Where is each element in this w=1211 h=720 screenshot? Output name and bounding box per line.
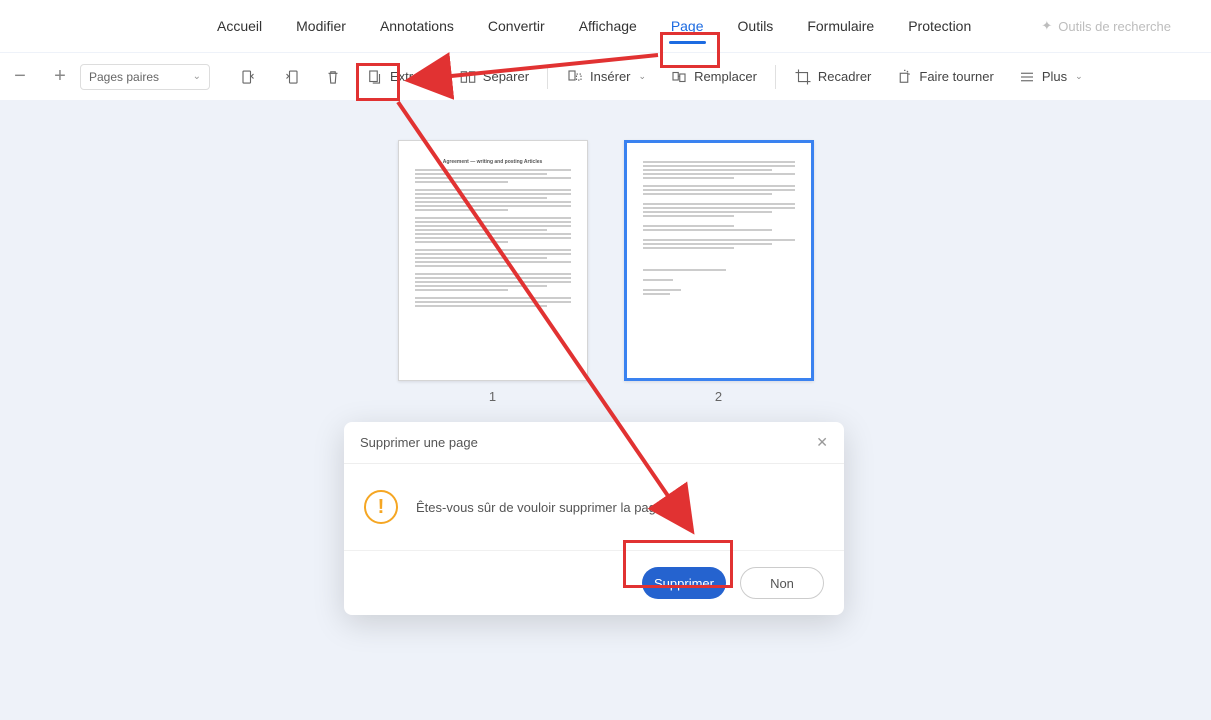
main-tabs: Accueil Modifier Annotations Convertir A…: [0, 0, 1211, 52]
dialog-body: ! Êtes-vous sûr de vouloir supprimer la …: [344, 464, 844, 550]
rotate-right-icon: [282, 68, 300, 86]
split-icon: [459, 68, 477, 86]
tab-protection[interactable]: Protection: [906, 12, 973, 40]
cancel-delete-button[interactable]: Non: [740, 567, 824, 599]
replace-icon: [670, 68, 688, 86]
page-number-2: 2: [715, 389, 722, 404]
trash-icon: [324, 68, 342, 86]
insert-label: Insérer: [590, 69, 630, 84]
delete-page-button[interactable]: [312, 53, 354, 100]
tab-outils[interactable]: Outils: [736, 12, 776, 40]
tab-accueil[interactable]: Accueil: [215, 12, 264, 40]
page-thumbnails-area: Agreement — writing and posting Articles…: [0, 100, 1211, 404]
rotate-button[interactable]: Faire tourner: [883, 53, 1005, 100]
more-icon: [1018, 68, 1036, 86]
rotate-icon: [895, 68, 913, 86]
tab-modifier[interactable]: Modifier: [294, 12, 348, 40]
tab-annotations[interactable]: Annotations: [378, 12, 456, 40]
warning-icon: !: [364, 490, 398, 524]
search-tools[interactable]: ✦ Outils de recherche: [1041, 18, 1171, 34]
split-button[interactable]: Séparer: [447, 53, 541, 100]
confirm-delete-button[interactable]: Supprimer: [642, 567, 726, 599]
replace-label: Remplacer: [694, 69, 757, 84]
chevron-down-icon: ⌄: [193, 71, 201, 82]
rotate-left-button[interactable]: [228, 53, 270, 100]
chevron-down-icon: ⌄: [639, 71, 647, 82]
sparkle-icon: ✦: [1041, 18, 1052, 34]
tab-formulaire[interactable]: Formulaire: [805, 12, 876, 40]
insert-button[interactable]: Insérer ⌄: [554, 53, 658, 100]
dialog-header: Supprimer une page ✕: [344, 422, 844, 464]
extract-label: Extraire: [390, 69, 435, 84]
tab-affichage[interactable]: Affichage: [577, 12, 639, 40]
delete-page-dialog: Supprimer une page ✕ ! Êtes-vous sûr de …: [344, 422, 844, 615]
rotate-label: Faire tourner: [919, 69, 993, 84]
split-label: Séparer: [483, 69, 529, 84]
dialog-title: Supprimer une page: [360, 435, 478, 450]
rotate-right-button[interactable]: [270, 53, 312, 100]
more-label: Plus: [1042, 69, 1067, 84]
rotate-left-icon: [240, 68, 258, 86]
dialog-message: Êtes-vous sûr de vouloir supprimer la pa…: [416, 500, 674, 515]
crop-button[interactable]: Recadrer: [782, 53, 883, 100]
toolbar-separator: [775, 65, 776, 89]
crop-icon: [794, 68, 812, 86]
page-thumbnail-1-wrap: Agreement — writing and posting Articles…: [398, 140, 588, 404]
more-button[interactable]: Plus ⌄: [1006, 53, 1095, 100]
page-thumbnail-1[interactable]: Agreement — writing and posting Articles: [398, 140, 588, 381]
extract-icon: [366, 68, 384, 86]
crop-label: Recadrer: [818, 69, 871, 84]
tab-page[interactable]: Page: [669, 12, 706, 40]
dialog-close-button[interactable]: ✕: [816, 434, 828, 451]
tab-convertir[interactable]: Convertir: [486, 12, 547, 40]
page-thumbnail-2-wrap: 2: [624, 140, 814, 404]
insert-icon: [566, 68, 584, 86]
zoom-in-button[interactable]: +: [40, 65, 80, 88]
zoom-out-button[interactable]: −: [0, 65, 40, 88]
dialog-footer: Supprimer Non: [344, 550, 844, 615]
page-number-1: 1: [489, 389, 496, 404]
dropdown-value: Pages paires: [89, 70, 159, 84]
page-thumbnail-2[interactable]: [624, 140, 814, 381]
extract-button[interactable]: Extraire: [354, 53, 447, 100]
page-toolbar: − + Pages paires ⌄ Extraire Séparer Insé…: [0, 52, 1211, 100]
chevron-down-icon: ⌄: [1075, 71, 1083, 82]
toolbar-separator: [547, 65, 548, 89]
search-tools-label: Outils de recherche: [1058, 19, 1171, 34]
page-filter-dropdown[interactable]: Pages paires ⌄: [80, 64, 210, 90]
replace-button[interactable]: Remplacer: [658, 53, 769, 100]
